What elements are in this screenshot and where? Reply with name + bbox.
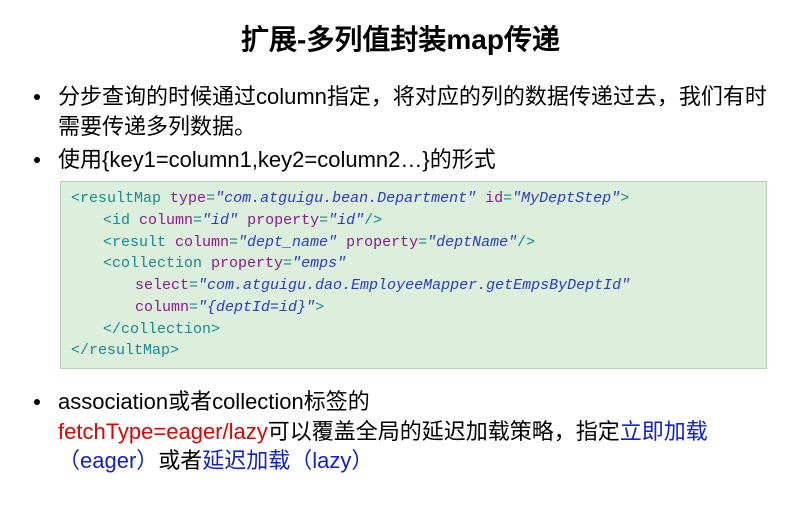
highlight-red: fetchType=eager/lazy	[58, 419, 268, 444]
bullet-3-text: association或者collection标签的fetchType=eage…	[58, 387, 767, 476]
bullet-dot-icon	[34, 399, 40, 405]
code-line-3: <result column="dept_name" property="dep…	[71, 232, 756, 254]
code-line-2: <id column="id" property="id"/>	[71, 210, 756, 232]
bullet-1-text: 分步查询的时候通过column指定，将对应的列的数据传递过去，我们有时需要传递多…	[58, 82, 767, 141]
code-block: <resultMap type="com.atguigu.bean.Depart…	[60, 181, 767, 369]
code-line-8: </resultMap>	[71, 340, 756, 362]
code-line-4: <collection property="emps"	[71, 253, 756, 275]
highlight-blue-lazy: 延迟加载（lazy）	[202, 448, 373, 473]
code-line-6: column="{deptId=id}">	[71, 297, 756, 319]
slide-title: 扩展-多列值封装map传递	[28, 18, 773, 58]
bullet-2-text: 使用{key1=column1,key2=column2…}的形式	[58, 145, 767, 175]
bullet-dot-icon	[34, 157, 40, 163]
code-line-1: <resultMap type="com.atguigu.bean.Depart…	[71, 188, 756, 210]
bullet-3: association或者collection标签的fetchType=eage…	[34, 387, 767, 476]
code-line-7: </collection>	[71, 319, 756, 341]
bullet-dot-icon	[34, 94, 40, 100]
bullet-2: 使用{key1=column1,key2=column2…}的形式	[34, 145, 767, 175]
bullet-1: 分步查询的时候通过column指定，将对应的列的数据传递过去，我们有时需要传递多…	[34, 82, 767, 141]
code-line-5: select="com.atguigu.dao.EmployeeMapper.g…	[71, 275, 756, 297]
slide-content: 分步查询的时候通过column指定，将对应的列的数据传递过去，我们有时需要传递多…	[28, 82, 773, 476]
